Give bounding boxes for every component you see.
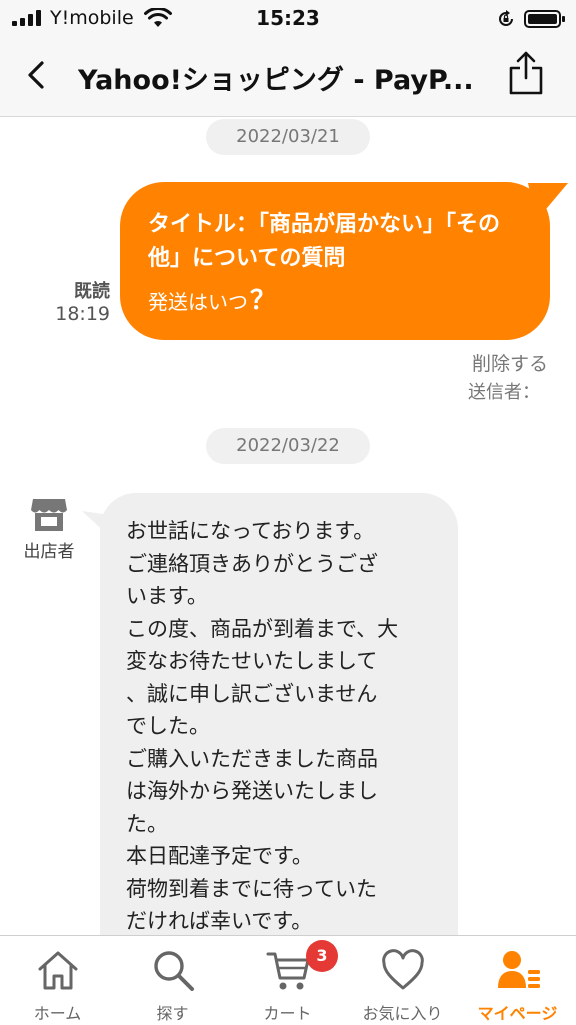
sent-message-body: 発送はいつ？ <box>148 280 276 317</box>
tab-search[interactable]: 探す <box>115 936 230 1025</box>
mypage-icon <box>498 951 540 988</box>
tab-home[interactable]: ホーム <box>0 936 115 1025</box>
home-icon <box>38 951 78 990</box>
question-mark: ？ <box>250 286 277 316</box>
store-icon <box>31 499 67 531</box>
tab-favorites-label: お気に入り <box>362 1004 443 1023</box>
heart-icon <box>382 949 424 990</box>
status-time: 15:23 <box>256 6 320 30</box>
tab-search-label: 探す <box>156 1004 189 1023</box>
cart-badge: 3 <box>306 940 338 972</box>
navigation-bar: Yahoo!ショッピング - PayP... <box>0 36 576 117</box>
share-icon[interactable] <box>506 50 546 96</box>
back-chevron-icon[interactable] <box>22 60 52 90</box>
message-time: 18:19 <box>55 303 110 325</box>
cart-icon <box>266 952 310 990</box>
received-message-text: お世話になっております。 ご連絡頂きありがとうござ います。 この度、商品が到着… <box>126 519 399 933</box>
date-separator: 2022/03/22 <box>206 428 370 464</box>
tab-mypage-label: マイページ <box>477 1004 558 1023</box>
tab-bar: ホーム 探す カート お気に入り マイページ <box>0 935 576 1025</box>
search-icon <box>154 951 194 991</box>
date-separator: 2022/03/21 <box>206 119 370 155</box>
sent-message-title: タイトル：「商品が届かない」「その他」についての質問 <box>148 212 501 271</box>
tab-mypage[interactable]: マイページ <box>460 936 575 1025</box>
message-thread[interactable]: 2022/03/21 タイトル：「商品が届かない」「その他」についての質問 発送… <box>0 117 576 935</box>
battery-icon <box>524 10 565 28</box>
rotation-lock-icon <box>499 10 513 26</box>
status-bar: Y!mobile 15:23 <box>0 0 576 36</box>
read-receipt: 既読 <box>74 281 110 302</box>
tab-cart-label: カート <box>263 1004 312 1023</box>
sender-label: 送信者： <box>468 382 540 403</box>
tab-favorites[interactable]: お気に入り <box>345 936 460 1025</box>
tab-home-label: ホーム <box>33 1004 82 1023</box>
store-label: 出店者 <box>23 542 75 562</box>
page-title: Yahoo!ショッピング - PayP... <box>78 65 474 96</box>
sent-message-text: 発送はいつ <box>148 290 248 314</box>
delete-message-link[interactable]: 削除する <box>440 349 548 376</box>
sent-message-bubble[interactable]: タイトル：「商品が届かない」「その他」についての質問 発送はいつ？ <box>120 182 550 340</box>
